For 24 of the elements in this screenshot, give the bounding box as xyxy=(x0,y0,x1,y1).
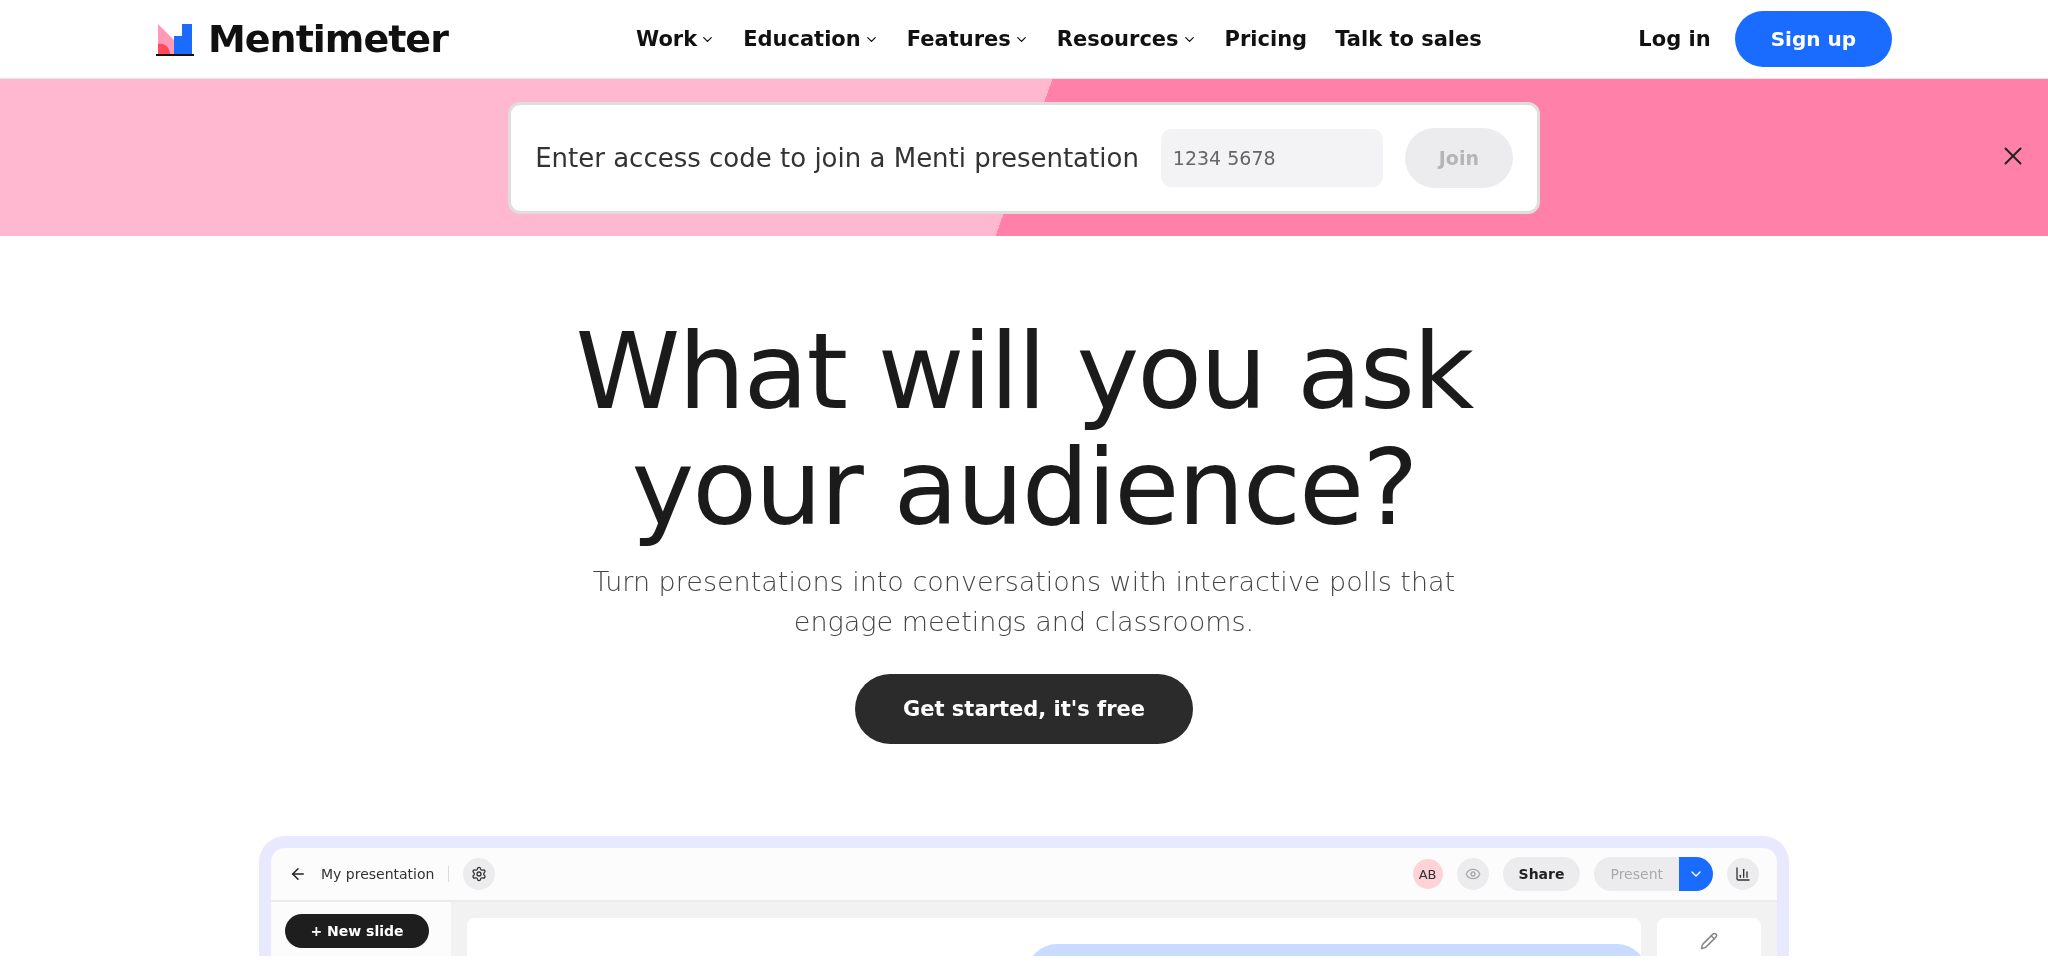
nav-link[interactable]: Resources xyxy=(1056,27,1197,51)
signup-button[interactable]: Sign up xyxy=(1734,11,1892,67)
chart-icon[interactable] xyxy=(1727,858,1759,890)
nav-link[interactable]: Talk to sales xyxy=(1335,27,1482,51)
nav-link[interactable]: Work xyxy=(636,27,716,51)
avatar: AB xyxy=(1412,859,1443,889)
pencil-icon[interactable] xyxy=(1700,932,1718,950)
login-link[interactable]: Log in xyxy=(1638,27,1711,51)
new-slide-button[interactable]: + New slide xyxy=(285,914,429,948)
presentation-title: My presentation xyxy=(321,866,450,882)
caret-icon[interactable] xyxy=(1679,857,1713,891)
access-code-field[interactable]: 1234 5678 xyxy=(1160,128,1383,187)
logo-icon xyxy=(156,22,196,56)
hero-subtitle: Turn presentations into conversations with interactive polls that engage meetings and classrooms. xyxy=(591,565,1457,639)
back-icon[interactable] xyxy=(289,865,307,883)
hero-title: What will you ask your audience? xyxy=(574,314,1474,546)
share-button[interactable]: Share xyxy=(1502,857,1581,891)
nav-link[interactable]: Pricing xyxy=(1224,27,1308,51)
settings-icon[interactable] xyxy=(463,858,496,890)
get-started-button[interactable]: Get started, it's free xyxy=(855,674,1193,744)
nav-link[interactable]: Education xyxy=(743,27,879,51)
nav-link[interactable]: Features xyxy=(906,27,1029,51)
brand-name[interactable]: Mentimeter xyxy=(208,17,448,61)
join-prompt: Enter access code to join a Menti presentation xyxy=(535,142,1139,173)
